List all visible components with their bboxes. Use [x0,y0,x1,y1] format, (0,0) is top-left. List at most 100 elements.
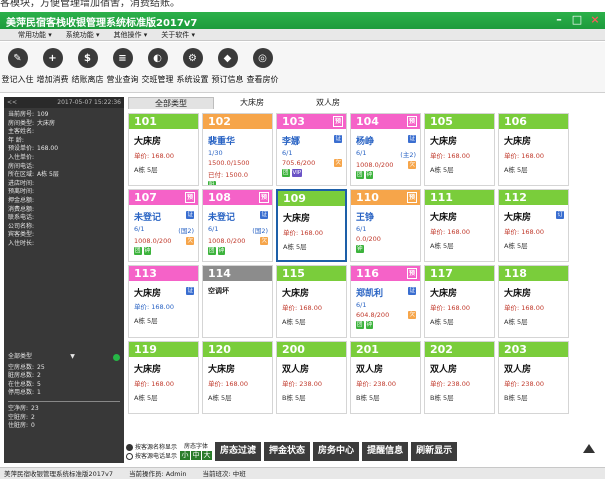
room-badges: 团钟 [208,247,272,255]
deposit-status-button[interactable]: 押金状态 [264,442,311,461]
housekeeping-button[interactable]: 房务中心 [313,442,360,461]
collapse-button[interactable]: << [7,97,17,108]
room-card[interactable]: 201 双人房 单价: 238.00 B栋 5层 [350,341,421,414]
edit-icon: ✎ [7,48,28,68]
room-header: 111 [425,190,494,205]
room-price: 单价: 168.00 [430,228,470,236]
room-building: A栋 5层 [504,242,528,250]
room-card[interactable]: 113 大床房证单价: 168.00 A栋 5层 [128,265,199,338]
room-status: 空调坏 [208,287,229,295]
room-info-panel: << 2017-05-07 15:22:36 当前房号: 109 房间类型: 大床房主… [4,97,124,463]
field-label: 入住单价: [8,153,35,161]
dropdown-arrow-icon[interactable]: ▼ [70,353,75,362]
status-badge: 团 [134,247,142,255]
stat-row: 空房总数: 25 [8,364,120,373]
room-number: 102 [208,115,231,128]
toolbar-button[interactable]: ≡ 营业查询 [107,42,139,92]
room-card[interactable]: 200 双人房 单价: 238.00 B栋 5层 [276,341,347,414]
menu-system[interactable]: 系统功能 ▾ [66,29,100,40]
menu-about[interactable]: 关于软件 ▾ [161,29,195,40]
room-card[interactable]: 118 大床房 单价: 168.00 A栋 5层 [498,265,569,338]
stat-label: 脏房总数: [8,372,35,380]
room-header: 114 [203,266,272,281]
id-badge: 证 [186,211,194,219]
font-small-button[interactable]: 小 [180,451,191,460]
room-card[interactable]: 203 双人房 单价: 238.00 B栋 5层 [498,341,569,414]
room-header: 106 [499,114,568,129]
stay-dates: 6/1 [356,301,367,309]
close-button[interactable]: × [589,13,601,27]
room-card[interactable]: 120 大床房 单价: 168.00 A栋 5层 [202,341,273,414]
caption-text: 客模块，方便管理增加宿舍，消费结账。 [0,0,180,9]
status-badge: VIP [291,169,303,177]
room-card[interactable]: 102 裴重华 1/30 1500.0/1500 已付: 1500.0 阳 [202,113,273,186]
room-card[interactable]: 114 空调坏 [202,265,273,338]
toolbar-button[interactable]: ✎ 登记入住 [2,42,34,92]
refresh-button[interactable]: 刷新显示 [411,442,458,461]
stat-label: 空房总数: [8,363,35,371]
stat-label: 住脏房: [8,422,29,430]
room-number: 114 [208,267,231,280]
filter-button[interactable]: 房态过滤 [215,442,262,461]
room-card[interactable]: 111 大床房 单价: 168.00 A栋 5层 [424,189,495,262]
radio-by-phone[interactable]: 按客源电话显示 [126,452,177,461]
room-header: 102 [203,114,272,129]
toolbar-label: 结账离店 [71,75,104,84]
room-card[interactable]: 107 预未登记证 6/1 (国2) 1008.0/200 欠团钟 [128,189,199,262]
tab-twin[interactable]: 双人房 [290,97,366,109]
room-number: 113 [134,267,157,280]
room-price: 单价: 168.00 [430,152,470,160]
minimize-button[interactable]: – [553,13,565,27]
toolbar-button[interactable]: ◎ 查看房价 [247,42,279,92]
toolbar-button[interactable]: + 增加消费 [37,42,69,92]
id-badge: 证 [260,211,268,219]
room-card[interactable]: 202 双人房 单价: 238.00 B栋 5层 [424,341,495,414]
room-card[interactable]: 110 预王铮 6/1 0.0/200 钟 [350,189,421,262]
room-card[interactable]: 116 预郑凯利证 6/1 604.8/200 欠团钟 [350,265,421,338]
font-large-button[interactable]: 大 [202,451,213,460]
field-label: 联系电话: [8,214,35,222]
room-card[interactable]: 106 大床房 单价: 168.00 A栋 5层 [498,113,569,186]
toolbar-button[interactable]: ◐ 交班管理 [142,42,174,92]
room-card[interactable]: 119 大床房 单价: 168.00 A栋 5层 [128,341,199,414]
room-card[interactable]: 112 大床房订单价: 168.00 A栋 5层 [498,189,569,262]
status-badge: 钟 [217,247,226,255]
title-bar: 美萍民宿客栈收银管理系统标准版2017v7 – □ × [0,12,605,29]
tab-all[interactable]: 全部类型 [128,97,214,109]
font-medium-button[interactable]: 中 [191,451,202,460]
room-card[interactable]: 117 大床房 单价: 168.00 A栋 5层 [424,265,495,338]
room-card[interactable]: 105 大床房 单价: 168.00 A栋 5层 [424,113,495,186]
room-header: 202 [425,342,494,357]
toolbar-button[interactable]: ◆ 预订信息 [212,42,244,92]
room-header: 115 [277,266,346,281]
field-label: 预设单价: [8,145,35,153]
room-card[interactable]: 108 预未登记证 6/1 (国2) 1008.0/200 欠团钟 [202,189,273,262]
menu-other[interactable]: 其他操作 ▾ [114,29,148,40]
room-card[interactable]: 115 大床房 单价: 168.00 A栋 5层 [276,265,347,338]
field-row: 押金总额: [8,197,120,206]
room-badges: 团钟 [134,247,198,255]
tab-king[interactable]: 大床房 [214,97,290,109]
window-title: 美萍民宿客栈收银管理系统标准版2017v7 [6,18,198,29]
room-type-label: 大床房 [208,365,236,375]
room-card[interactable]: 103 预李娜证 6/1 705.6/200 欠团 VIP [276,113,347,186]
room-stats: 全部类型 ▼ 空房总数: 25 脏房总数: 2 在住总数: 5 停用总数: 1 空净房: 23 空… [4,353,124,431]
radio-by-name[interactable]: 按客源名称显示 [126,443,177,452]
reminder-button[interactable]: 提醒信息 [362,442,409,461]
room-card[interactable]: 104 预杨峥证 6/1 (主2) 1008.0/200 欠团钟 [350,113,421,186]
scroll-up-icon[interactable] [583,444,595,453]
booking-icon: ◆ [217,48,238,68]
room-price: 单价: 168.00 [430,304,470,312]
maximize-button[interactable]: □ [571,13,583,27]
shift-icon: ◐ [147,48,168,68]
toolbar-button[interactable]: ⚙ 系统设置 [177,42,209,92]
stat-value: 0 [31,422,35,430]
menu-common[interactable]: 常用功能 ▾ [18,29,52,40]
room-building: A栋 5层 [430,242,454,250]
guest-name: 裴重华 [208,137,236,147]
toolbar-button[interactable]: $ 结账离店 [71,42,104,92]
balance: 1008.0/200 欠 [208,237,268,245]
room-card[interactable]: 109 大床房 单价: 168.00 A栋 5层 [276,189,347,262]
room-card[interactable]: 101 大床房 单价: 168.00 A栋 5层 [128,113,199,186]
category-select[interactable]: 全部类型 [8,353,32,362]
